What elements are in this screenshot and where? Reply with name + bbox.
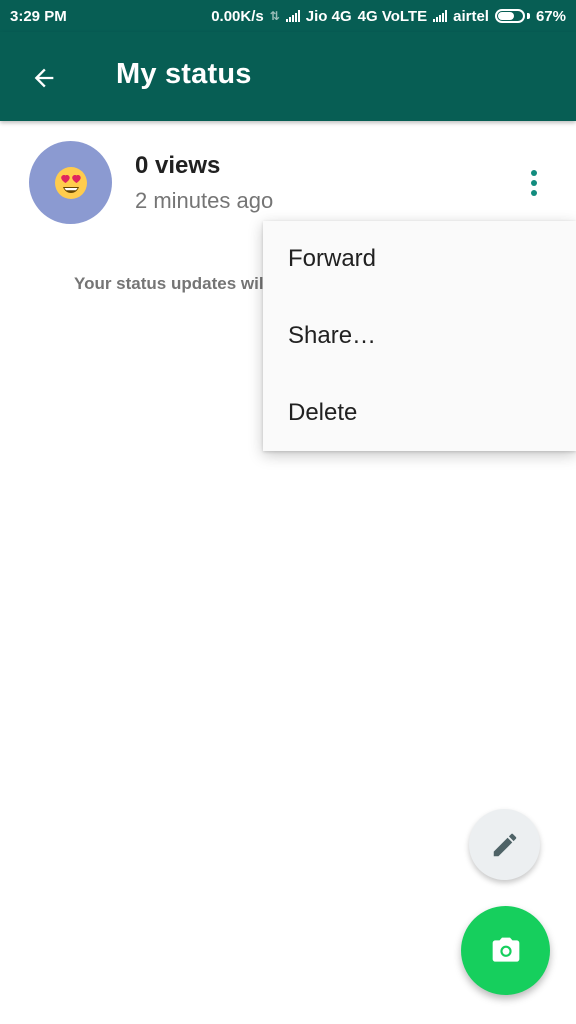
heart-eyes-emoji-icon [54, 166, 87, 199]
back-button[interactable] [22, 56, 66, 100]
battery-nub [526, 13, 530, 19]
pencil-icon [493, 833, 516, 856]
status-time-ago: 2 minutes ago [135, 188, 274, 213]
menu-item-delete[interactable]: Delete [263, 374, 576, 451]
more-vertical-icon-dot [531, 170, 537, 176]
network-type: 4G VoLTE [357, 7, 428, 25]
app-bar: My status [0, 32, 576, 121]
battery-icon [494, 9, 525, 23]
privacy-note: Your status updates will disappear after… [74, 274, 264, 293]
carrier-1: Jio 4G [305, 7, 352, 25]
network-speed: 0.00K/s [211, 7, 264, 25]
carrier-2: airtel [453, 7, 489, 25]
more-vertical-icon-dot [531, 190, 537, 196]
menu-item-share[interactable]: Share… [263, 298, 576, 375]
page-title: My status [116, 58, 252, 90]
menu-item-forward[interactable]: Forward [263, 221, 576, 298]
overflow-menu: Forward Share… Delete [263, 221, 576, 451]
more-options-button[interactable] [518, 165, 550, 201]
avatar[interactable] [29, 141, 112, 224]
status-bar: 3:29 PM 0.00K/s ⇅ Jio 4G 4G VoLTE airtel… [0, 0, 576, 32]
data-activity-icon: ⇅ [269, 9, 280, 23]
arrow-left-icon [34, 68, 54, 88]
signal-icon-2 [433, 10, 448, 22]
status-time: 3:29 PM [10, 7, 67, 25]
views-count: 0 views [135, 152, 221, 179]
camera-status-button[interactable] [461, 906, 550, 995]
signal-icon [285, 10, 300, 22]
battery-percent: 67% [535, 7, 566, 25]
camera-icon [492, 937, 519, 962]
status-indicators: 0.00K/s ⇅ Jio 4G 4G VoLTE airtel 67% [211, 8, 566, 25]
text-status-button[interactable] [469, 809, 540, 880]
more-vertical-icon-dot [531, 180, 537, 186]
